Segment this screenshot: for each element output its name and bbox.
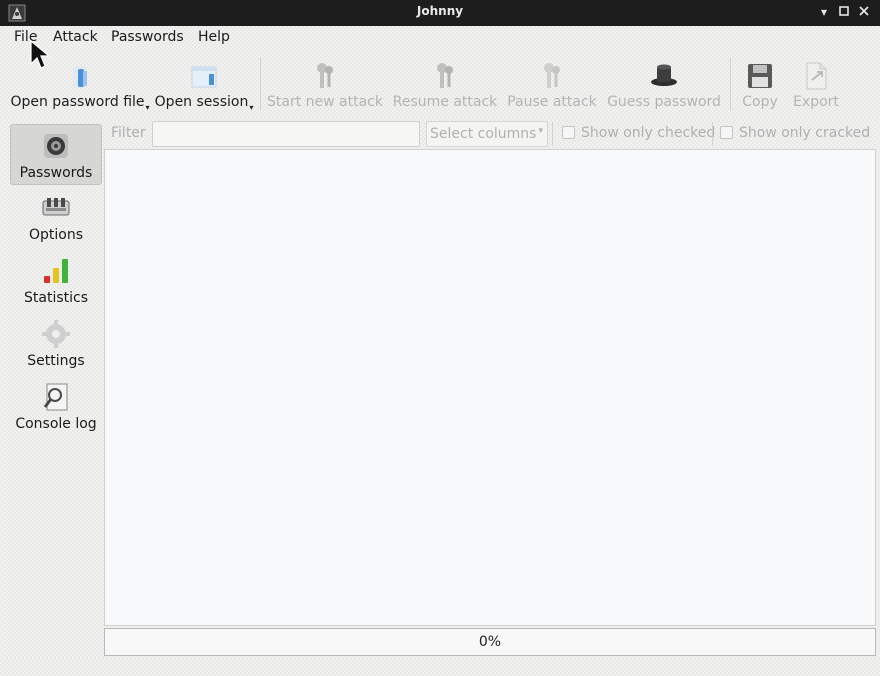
toolbar: Open password file▾ Open session▾ Start … [0,50,880,118]
nav-statistics-label: Statistics [24,290,88,306]
maximize-icon [839,6,849,16]
filter-bar: Filter Select columns ▾ Show only checke… [104,120,876,148]
sliders-icon [42,198,70,216]
gear-icon [42,320,70,348]
nav-console-log[interactable]: Console log [10,376,102,437]
guess-password-button[interactable]: Guess password [604,56,724,116]
chevron-down-icon: ▾ [538,126,543,136]
show-only-cracked-checkbox[interactable]: Show only cracked [720,125,870,141]
pause-attack-label: Pause attack [507,94,597,110]
magnifier-log-icon [43,383,68,411]
toolbar-separator [260,58,261,110]
pause-attack-button[interactable]: Pause attack [506,56,598,116]
floppy-disk-icon [748,64,772,88]
bar-signal-icon [44,259,68,283]
keys-icon [317,63,333,88]
close-icon [859,6,869,16]
nav-settings-label: Settings [27,353,85,369]
open-session-button[interactable]: Open session▾ [154,56,254,116]
resume-attack-button[interactable]: Resume attack [390,56,500,116]
open-password-file-label: Open password file [10,94,145,110]
top-hat-icon [651,64,677,86]
window-icon [191,66,217,88]
dropdown-arrow-icon: ▾ [145,103,150,112]
main-window: Johnny ▾ File Attack Passwords Help Open… [0,0,880,676]
nav-passwords[interactable]: Passwords [10,124,102,185]
export-label: Export [793,94,839,110]
open-password-file-button[interactable]: Open password file▾ [10,56,150,116]
nav-settings[interactable]: Settings [10,313,102,374]
nav-options-label: Options [28,227,84,243]
progress-bar: 0% [104,628,876,656]
resume-attack-label: Resume attack [392,94,498,110]
open-session-label: Open session [154,94,249,110]
show-only-checked-label: Show only checked [581,125,716,141]
progress-text: 0% [478,634,502,650]
keys-icon [437,63,453,88]
menu-file[interactable]: File [14,29,37,45]
copy-button[interactable]: Copy [736,56,784,116]
menu-passwords[interactable]: Passwords [111,29,184,45]
passwords-table[interactable] [104,149,876,626]
export-document-icon [806,62,827,90]
maximize-button[interactable] [836,4,852,20]
filter-separator [712,122,713,146]
show-only-checked-checkbox[interactable]: Show only checked [562,125,715,141]
export-button[interactable]: Export [788,56,844,116]
menu-bar: File Attack Passwords Help [0,26,880,50]
nav-passwords-label: Passwords [19,165,93,181]
select-columns-label: Select columns [430,126,537,142]
title-bar: Johnny ▾ [0,0,880,26]
keys-icon [544,63,560,88]
copy-label: Copy [742,94,778,110]
filter-separator [552,122,553,146]
filter-label: Filter [111,125,146,141]
menu-attack[interactable]: Attack [53,29,98,45]
checkbox-box [562,126,575,139]
minimize-button[interactable]: ▾ [816,4,832,20]
status-bar [0,658,880,676]
nav-console-log-label: Console log [15,416,97,432]
safe-dial-icon [44,134,68,158]
select-columns-dropdown[interactable]: Select columns ▾ [426,121,548,147]
menu-help[interactable]: Help [198,29,230,45]
dropdown-arrow-icon: ▾ [249,103,254,112]
checkbox-box [720,126,733,139]
side-navigation: Passwords Options Statistics Settings Co… [4,120,104,660]
show-only-cracked-label: Show only cracked [739,125,871,141]
filter-input[interactable] [152,121,420,147]
window-title: Johnny [416,4,464,18]
nav-statistics[interactable]: Statistics [10,250,102,311]
guess-password-label: Guess password [607,94,721,110]
start-new-attack-label: Start new attack [267,94,383,110]
folder-open-icon [73,66,87,88]
toolbar-separator [730,58,731,110]
start-new-attack-button[interactable]: Start new attack [266,56,384,116]
close-button[interactable] [856,4,872,20]
nav-options[interactable]: Options [10,187,102,248]
